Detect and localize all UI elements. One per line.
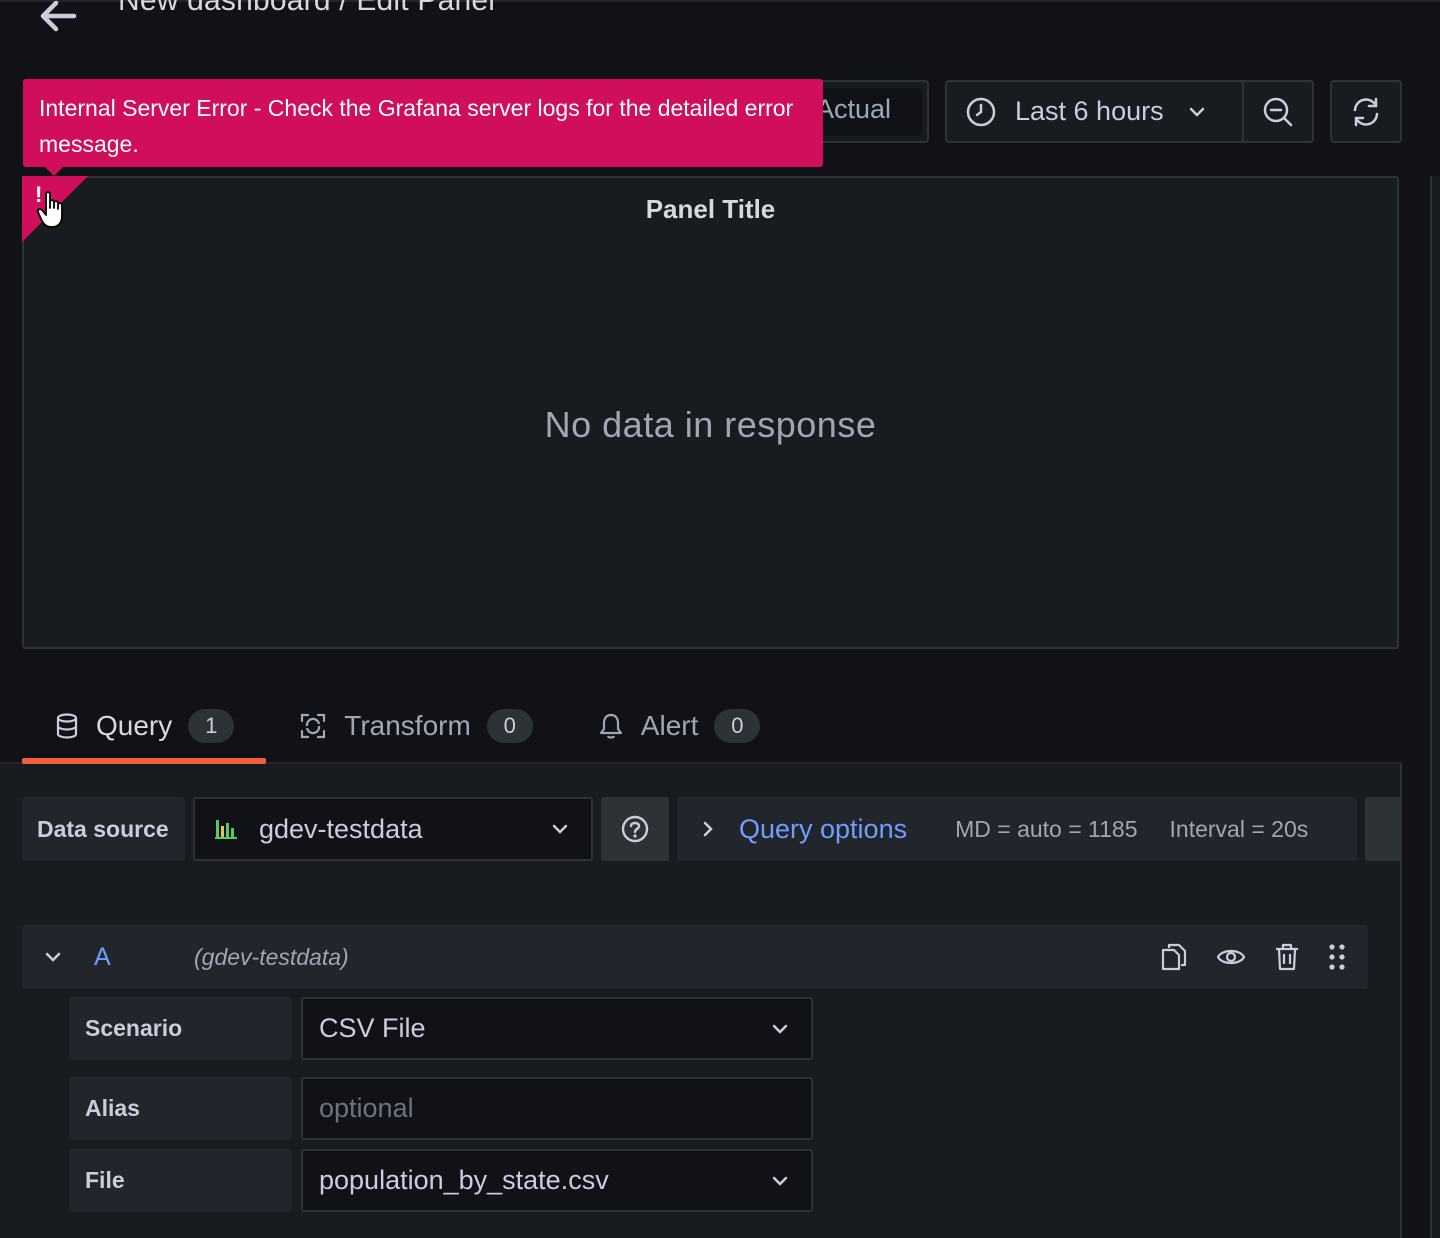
query-options-bar[interactable]: Query options MD = auto = 1185 Interval … [677,797,1357,861]
query-ref-id[interactable]: A [94,943,194,972]
duplicate-query-button[interactable] [1160,942,1188,972]
datasource-value: gdev-testdata [259,813,423,844]
scenario-value: CSV File [319,1013,426,1043]
alias-input[interactable]: optional [301,1077,813,1140]
drag-handle[interactable] [1328,942,1346,972]
panel-title: Panel Title [645,194,776,224]
tab-alert[interactable]: Alert 0 [565,690,793,762]
file-select[interactable]: population_by_state.csv [301,1149,813,1212]
trash-icon [1276,943,1298,971]
chevron-down-icon [772,1024,788,1034]
scenario-select[interactable]: CSV File [301,997,813,1060]
clock-icon [966,97,996,126]
scenario-label: Scenario [69,997,292,1060]
zoom-out-button[interactable] [1244,82,1312,141]
panel-empty-message: No data in response [544,404,877,445]
interval-info: Interval = 20s [1169,815,1309,842]
collapse-query-button[interactable] [44,948,62,966]
chevron-down-icon [45,952,61,962]
file-label: File [69,1149,292,1212]
alias-placeholder: optional [319,1093,414,1123]
refresh-button[interactable] [1330,80,1402,143]
query-options-label: Query options [739,813,908,844]
alias-label: Alias [69,1077,292,1140]
query-actions [1132,942,1346,972]
drag-handle-icon [1329,944,1345,970]
time-range-group: Last 6 hours [945,80,1314,143]
chevron-down-icon [772,1176,788,1186]
tab-transform[interactable]: Transform 0 [266,690,565,762]
file-value: population_by_state.csv [319,1165,609,1195]
page-title: New dashboard / Edit Panel [118,0,496,17]
delete-query-button[interactable] [1274,942,1300,972]
chevron-down-icon [1189,107,1204,117]
datasource-help-button[interactable] [601,797,669,861]
tab-query[interactable]: Query 1 [22,690,267,764]
testdata-datasource-icon [215,820,237,839]
copy-icon [1161,943,1187,971]
actual-label: Actual [815,94,891,124]
query-inspector-button[interactable] [1365,797,1400,861]
zoom-out-icon [1263,97,1293,126]
database-icon [56,713,78,739]
options-pane-edge [1430,176,1440,1238]
time-range-picker[interactable]: Last 6 hours [947,82,1244,141]
editor-tabs: Query 1 Transform 0 Alert 0 [22,690,792,764]
datasource-select[interactable]: gdev-testdata [193,797,593,861]
tab-alert-count: 0 [714,709,761,743]
transform-icon [301,713,326,739]
error-tooltip-arrow [44,166,64,176]
error-tooltip: Internal Server Error - Check the Grafan… [23,79,823,167]
chevron-right-icon [703,821,713,837]
tab-alert-label: Alert [640,710,699,741]
hide-query-button[interactable] [1216,945,1246,969]
time-range-label: Last 6 hours [1015,96,1164,126]
chevron-down-icon [552,824,568,834]
question-circle-icon [621,815,649,843]
tab-transform-count: 0 [486,709,533,743]
eye-icon [1216,949,1246,965]
arrow-left-icon [40,0,77,32]
bell-icon [599,713,622,739]
query-row-header: A (gdev-testdata) [22,925,1368,989]
query-datasource-name: (gdev-testdata) [194,943,349,970]
tab-query-label: Query [96,710,173,741]
refresh-icon [1353,97,1379,126]
datasource-label: Data source [22,797,185,861]
tab-query-count: 1 [188,709,235,743]
tab-transform-label: Transform [344,710,471,741]
back-button[interactable] [36,0,80,38]
max-data-points-info: MD = auto = 1185 [955,815,1138,842]
